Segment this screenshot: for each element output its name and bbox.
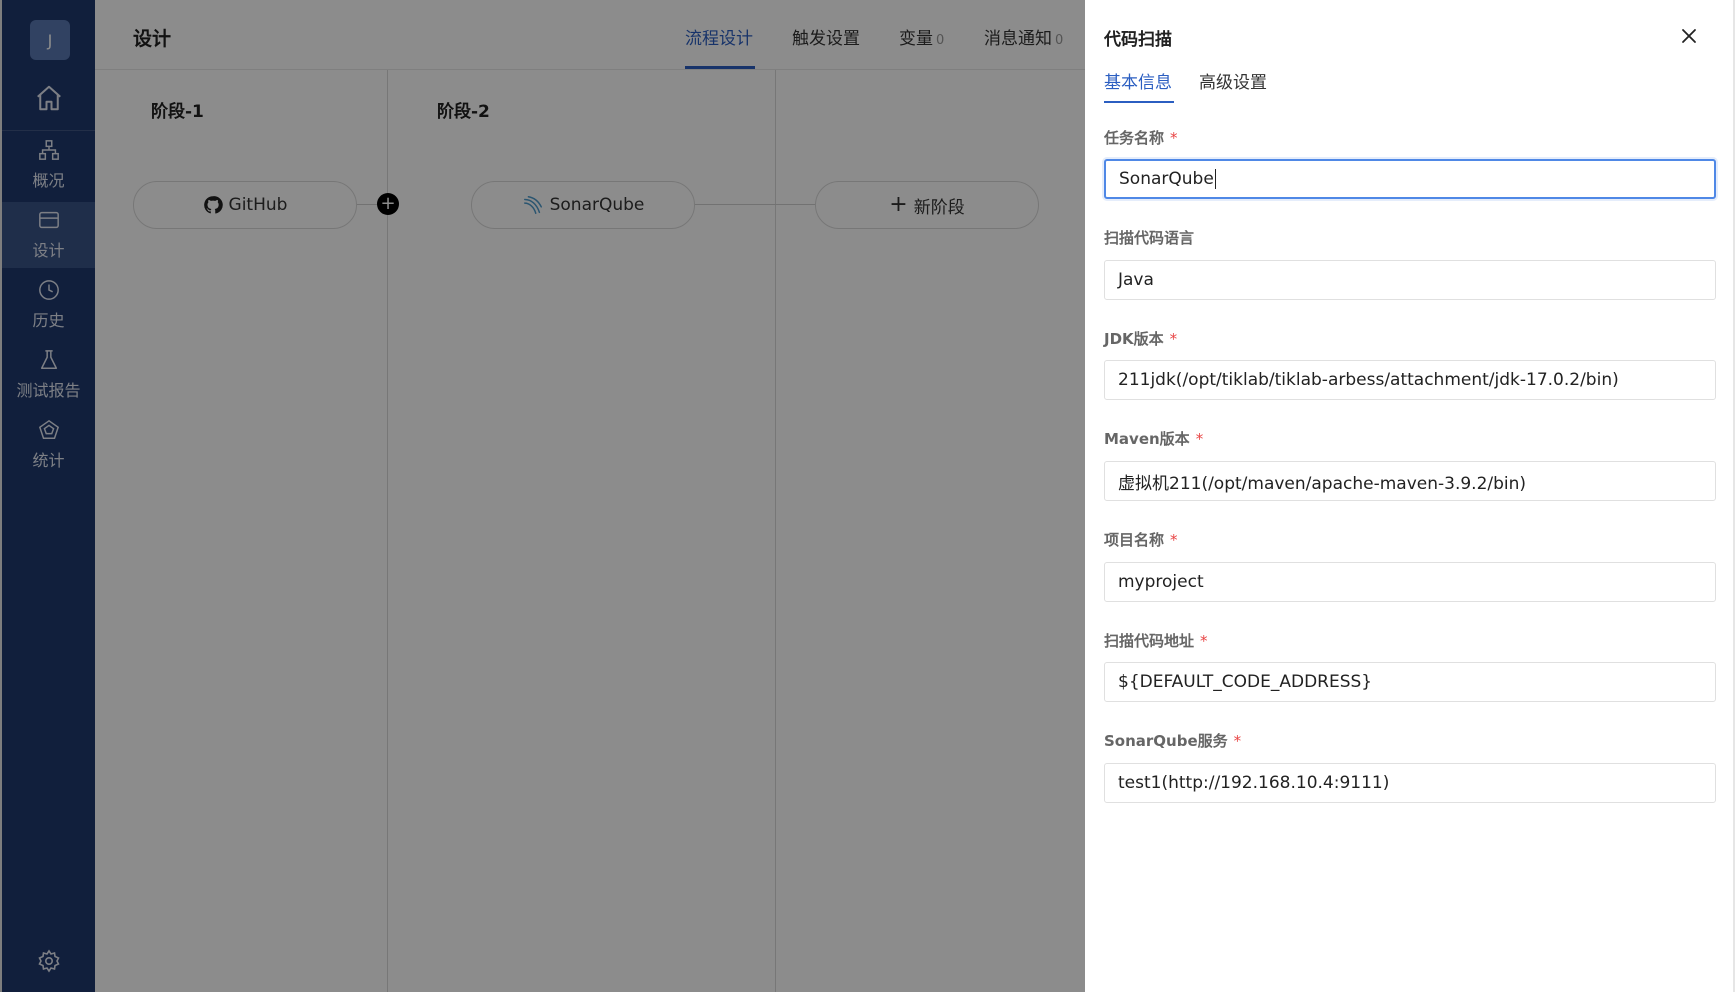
tab-label: 高级设置	[1199, 73, 1267, 93]
field-label-scan-code-address: 扫描代码地址 *	[1104, 630, 1208, 651]
required-mark: *	[1170, 129, 1178, 147]
field-label-project-name: 项目名称 *	[1104, 529, 1178, 550]
input-value: ${DEFAULT_CODE_ADDRESS}	[1118, 672, 1373, 692]
task-name-input[interactable]: SonarQube	[1104, 159, 1716, 199]
input-value: 虚拟机211(/opt/maven/apache-maven-3.9.2/bin…	[1118, 473, 1527, 494]
required-mark: *	[1170, 531, 1178, 549]
input-value: myproject	[1118, 572, 1204, 592]
input-value: SonarQube	[1119, 169, 1214, 189]
input-value: 211jdk(/opt/tiklab/tiklab-arbess/attachm…	[1118, 370, 1619, 390]
drawer-title: 代码扫描	[1104, 30, 1172, 50]
field-label-sonarqube-service: SonarQube服务 *	[1104, 730, 1241, 751]
tab-basic-info[interactable]: 基本信息	[1104, 68, 1172, 93]
label-text: 任务名称	[1104, 129, 1165, 147]
close-icon	[1682, 29, 1696, 43]
close-button[interactable]	[1675, 22, 1703, 50]
field-label-jdk-version: JDK版本 *	[1104, 328, 1177, 349]
project-name-input[interactable]: myproject	[1104, 562, 1716, 602]
label-text: 扫描代码地址	[1104, 632, 1195, 650]
field-label-maven-version: Maven版本 *	[1104, 428, 1203, 449]
required-mark: *	[1200, 632, 1208, 650]
jdk-version-select[interactable]: 211jdk(/opt/tiklab/tiklab-arbess/attachm…	[1104, 360, 1716, 400]
label-text: 扫描代码语言	[1104, 229, 1195, 247]
field-label-task-name: 任务名称 *	[1104, 127, 1178, 148]
active-tab-indicator	[1104, 101, 1174, 103]
input-value: test1(http://192.168.10.4:9111)	[1118, 773, 1390, 793]
scan-code-address-input[interactable]: ${DEFAULT_CODE_ADDRESS}	[1104, 662, 1716, 702]
tab-label: 基本信息	[1104, 73, 1172, 93]
maven-version-select[interactable]: 虚拟机211(/opt/maven/apache-maven-3.9.2/bin…	[1104, 461, 1716, 501]
sonarqube-service-select[interactable]: test1(http://192.168.10.4:9111)	[1104, 763, 1716, 803]
label-text: 项目名称	[1104, 531, 1165, 549]
label-text: SonarQube服务	[1104, 732, 1228, 750]
label-text: Maven版本	[1104, 430, 1190, 448]
text-caret	[1214, 169, 1216, 189]
input-value: Java	[1118, 270, 1154, 290]
task-config-drawer: 代码扫描 基本信息 高级设置 任务名称 * SonarQube 扫描代码语言 Ja…	[1085, 0, 1735, 992]
field-label-scan-language: 扫描代码语言	[1104, 227, 1194, 248]
required-mark: *	[1233, 732, 1242, 750]
tab-advanced-settings[interactable]: 高级设置	[1199, 68, 1267, 93]
label-text: JDK版本	[1104, 330, 1164, 348]
scan-language-select[interactable]: Java	[1104, 260, 1716, 300]
required-mark: *	[1195, 430, 1204, 448]
modal-overlay[interactable]	[0, 0, 1085, 992]
required-mark: *	[1169, 330, 1178, 348]
